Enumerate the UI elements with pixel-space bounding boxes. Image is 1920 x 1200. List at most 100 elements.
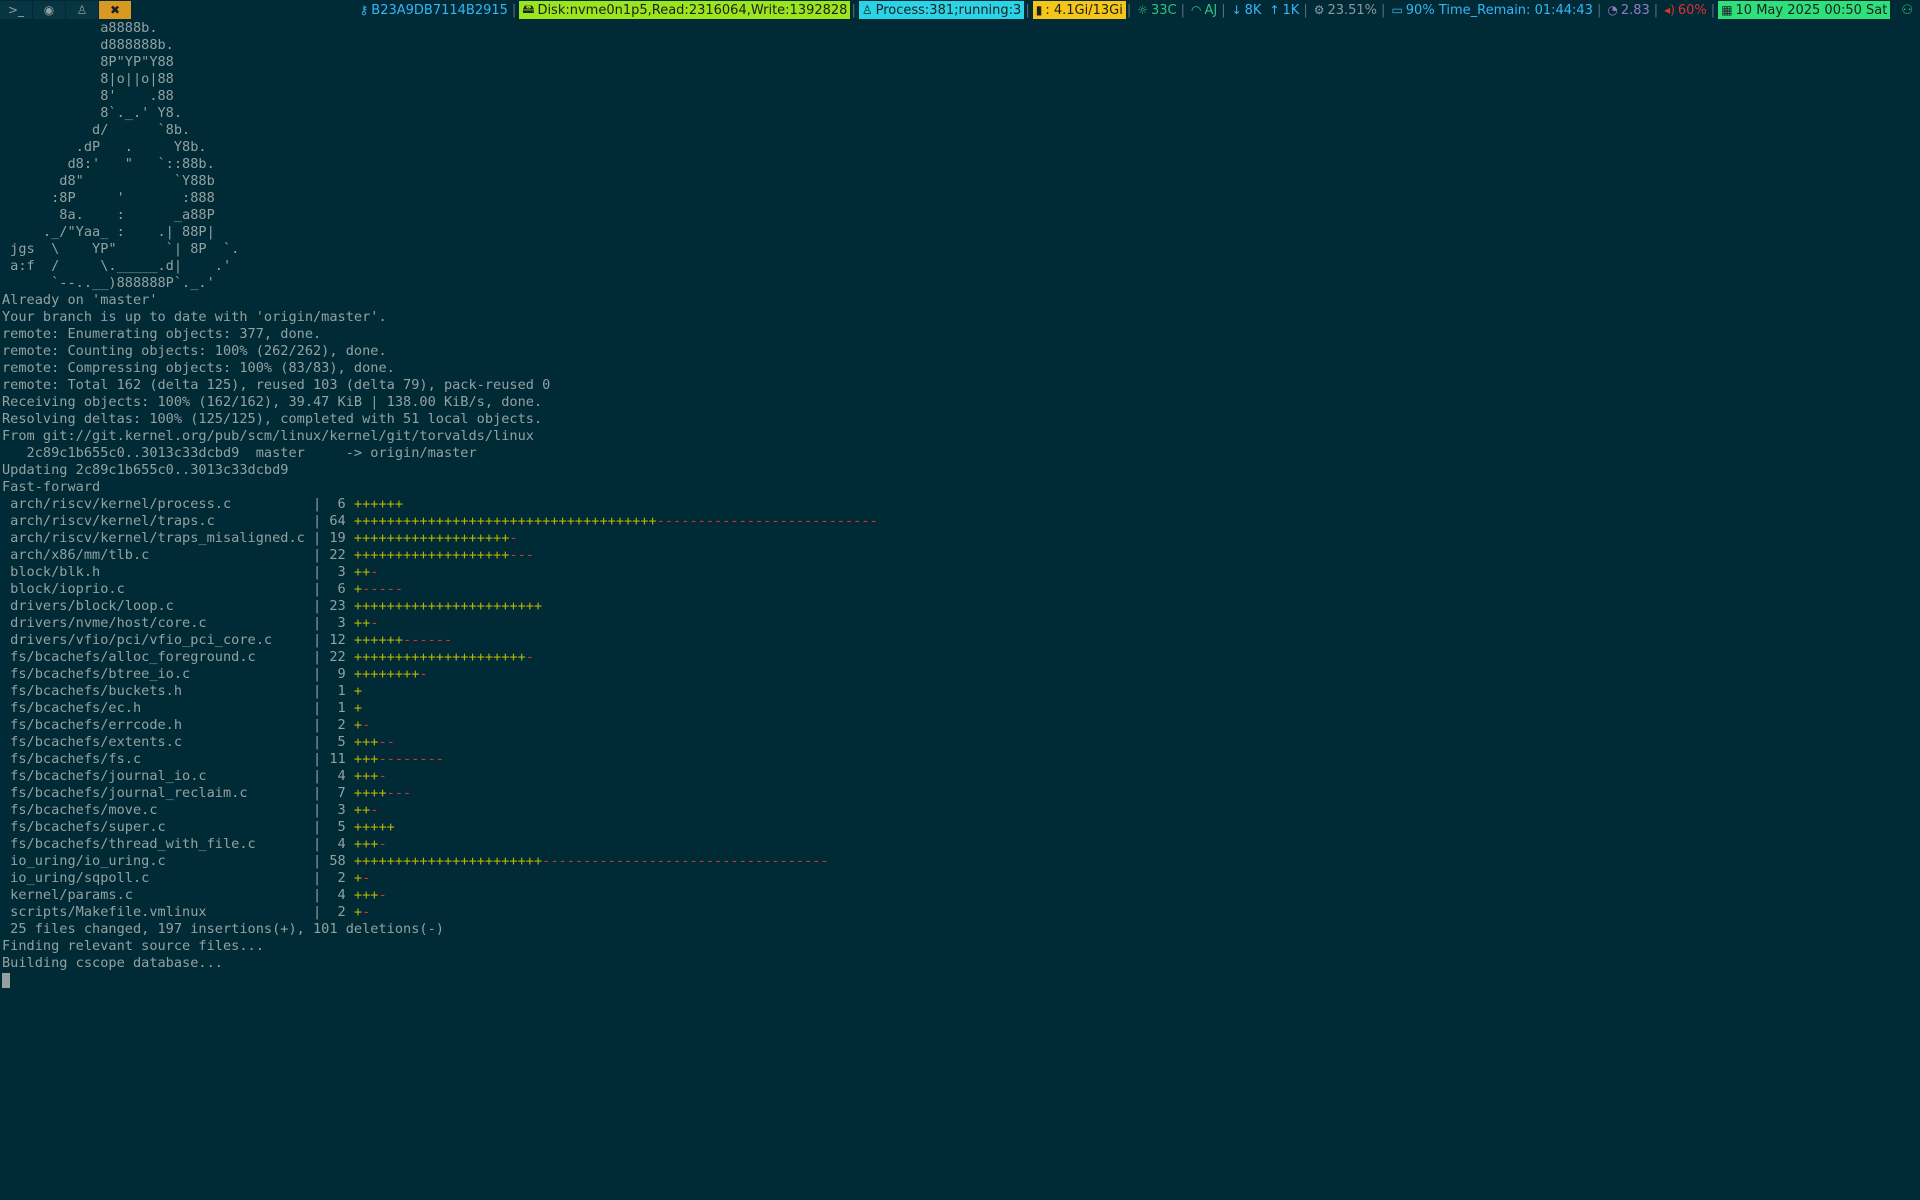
terminal-line-text: Your branch is up to date with 'origin/m…	[2, 309, 387, 325]
diffstat-insertions: +	[353, 683, 363, 699]
terminal-line: d8" `Y88b	[2, 173, 1918, 190]
terminal-line: d888888b.	[2, 37, 1918, 54]
terminal-line: a:f / \._____.d| .'	[2, 258, 1918, 275]
terminal-line-text: drivers/nvme/host/core.c | 3	[2, 615, 354, 631]
terminal-line: arch/riscv/kernel/traps.c | 64 +++++++++…	[2, 513, 1918, 530]
temperature-block: ☼ 33C	[1134, 1, 1179, 19]
key-icon: ⚷	[359, 3, 369, 17]
diffstat-insertions: +	[353, 904, 363, 920]
terminal-line-text: remote: Compressing objects: 100% (83/83…	[2, 360, 395, 376]
terminal-line-text: fs/bcachefs/ec.h | 1	[2, 700, 354, 716]
terminal-line: remote: Compressing objects: 100% (83/83…	[2, 360, 1918, 377]
terminal-line-text: a8888b.	[2, 20, 158, 36]
diffstat-insertions: ++	[353, 615, 371, 631]
diffstat-insertions: ++++++	[353, 632, 404, 648]
terminal-line-text: jgs \ YP" `| 8P `.	[2, 241, 240, 257]
disk-text: Disk:nvme0n1p5,Read:2316064,Write:139282…	[537, 2, 848, 18]
terminal-line-text: ._/"Yaa_ : .| 88P|	[2, 224, 215, 240]
terminal-line-text: arch/x86/mm/tlb.c | 22	[2, 547, 354, 563]
diffstat-deletions: -	[362, 904, 371, 920]
terminal-line: fs/bcachefs/journal_reclaim.c | 7 ++++--…	[2, 785, 1918, 802]
workspace-button-2[interactable]: ◉	[33, 1, 65, 19]
diffstat-insertions: ++++	[353, 785, 387, 801]
terminal-output: a8888b. d888888b. 8P"YP"Y88 8|o||o|88 8'…	[2, 20, 1918, 989]
diffstat-deletions: ---------------------------	[656, 513, 878, 529]
browser-workspace-icon: ◉	[43, 3, 55, 17]
terminal-cursor	[2, 972, 10, 988]
terminal-line: Already on 'master'	[2, 292, 1918, 309]
workspace-switcher: >_ ◉ ♙ ✖	[0, 1, 132, 19]
diffstat-insertions: +	[353, 700, 363, 716]
diffstat-deletions: --	[378, 734, 395, 750]
terminal-line: drivers/nvme/host/core.c | 3 ++-	[2, 615, 1918, 632]
terminal-line-text: fs/bcachefs/fs.c | 11	[2, 751, 354, 767]
terminal-line: 25 files changed, 197 insertions(+), 101…	[2, 921, 1918, 938]
workspace-button-3[interactable]: ♙	[66, 1, 98, 19]
terminal-line: fs/bcachefs/super.c | 5 +++++	[2, 819, 1918, 836]
status-blocks: ⚷ B23A9DB7114B2915 | 🖴 Disk:nvme0n1p5,Re…	[354, 0, 1920, 20]
terminal-line-text: arch/riscv/kernel/traps_misaligned.c | 1…	[2, 530, 354, 546]
diffstat-deletions: --------	[378, 751, 444, 767]
workspace-button-4[interactable]: ✖	[99, 1, 131, 19]
terminal-line: 8a. : _a88P	[2, 207, 1918, 224]
terminal-line: Your branch is up to date with 'origin/m…	[2, 309, 1918, 326]
terminal-line: ._/"Yaa_ : .| 88P|	[2, 224, 1918, 241]
terminal-line: fs/bcachefs/errcode.h | 2 +-	[2, 717, 1918, 734]
terminal-line-text: Updating 2c89c1b655c0..3013c33dcbd9	[2, 462, 289, 478]
battery-block: ▭ 90% Time_Remain: 01:44:43	[1388, 1, 1596, 19]
gauge-icon: ◔	[1607, 3, 1618, 17]
terminal-line-text: remote: Counting objects: 100% (262/262)…	[2, 343, 387, 359]
terminal-line: .dP . Y8b.	[2, 139, 1918, 156]
diffstat-deletions: -	[378, 836, 387, 852]
terminal-line: `--..__)888888P`._.'	[2, 275, 1918, 292]
terminal-line: arch/riscv/kernel/traps_misaligned.c | 1…	[2, 530, 1918, 547]
terminal-line: remote: Counting objects: 100% (262/262)…	[2, 343, 1918, 360]
diffstat-deletions: -	[370, 564, 379, 580]
terminal-line: fs/bcachefs/btree_io.c | 9 ++++++++-	[2, 666, 1918, 683]
penguin-icon: ♙	[861, 3, 873, 17]
tools-workspace-icon: ✖	[109, 3, 121, 17]
terminal-line: arch/riscv/kernel/process.c | 6 ++++++	[2, 496, 1918, 513]
terminal-line-text: fs/bcachefs/extents.c | 5	[2, 734, 354, 750]
terminal-line: remote: Total 162 (delta 125), reused 10…	[2, 377, 1918, 394]
terminal-line-text: fs/bcachefs/thread_with_file.c | 4	[2, 836, 354, 852]
gpg-key-text: B23A9DB7114B2915	[371, 2, 508, 18]
terminal-line-text: a:f / \._____.d| .'	[2, 258, 232, 274]
volume-block[interactable]: ◂) 60%	[1661, 1, 1710, 19]
diffstat-insertions: +++	[353, 887, 379, 903]
process-block: ♙ Process:381;running:3	[858, 1, 1025, 19]
prompt-line[interactable]	[2, 972, 1918, 989]
terminal-line: 8|o||o|88	[2, 71, 1918, 88]
terminal-line: fs/bcachefs/fs.c | 11 +++--------	[2, 751, 1918, 768]
tray-icon[interactable]: ⚇	[1898, 1, 1916, 19]
diffstat-deletions: -	[370, 802, 379, 818]
memory-text: : 4.1Gi/13Gi	[1045, 2, 1123, 18]
diffstat-insertions: ++++++++	[353, 666, 420, 682]
terminal-line: 8`._.' Y8.	[2, 105, 1918, 122]
volume-text: 60%	[1677, 2, 1707, 18]
diffstat-deletions: -	[378, 887, 387, 903]
memory-block: ▮ : 4.1Gi/13Gi	[1032, 1, 1126, 19]
terminal-line: jgs \ YP" `| 8P `.	[2, 241, 1918, 258]
terminal-line-text: scripts/Makefile.vmlinux | 2	[2, 904, 354, 920]
terminal-line: fs/bcachefs/move.c | 3 ++-	[2, 802, 1918, 819]
linux-workspace-icon: ♙	[76, 3, 88, 17]
diffstat-deletions: -	[525, 649, 534, 665]
terminal-line: 2c89c1b655c0..3013c33dcbd9 master -> ori…	[2, 445, 1918, 462]
wifi-block: ◠ AJ	[1188, 1, 1220, 19]
terminal-line-text: fs/bcachefs/move.c | 3	[2, 802, 354, 818]
terminal-line-text: Building cscope database...	[2, 955, 223, 971]
workspace-button-1[interactable]: >_	[0, 1, 32, 19]
battery-text: 90% Time_Remain: 01:44:43	[1405, 2, 1593, 18]
thermometer-icon: ☼	[1137, 3, 1148, 17]
terminal-line: kernel/params.c | 4 +++-	[2, 887, 1918, 904]
terminal-line-text: 8' .88	[2, 88, 174, 104]
diffstat-deletions: -	[362, 717, 371, 733]
terminal-line-text: block/blk.h | 3	[2, 564, 354, 580]
terminal-line: fs/bcachefs/journal_io.c | 4 +++-	[2, 768, 1918, 785]
terminal-line: io_uring/sqpoll.c | 2 +-	[2, 870, 1918, 887]
diffstat-insertions: +++	[353, 836, 379, 852]
load-block: ◔ 2.83	[1604, 1, 1652, 19]
terminal-line-text: 8a. : _a88P	[2, 207, 215, 223]
speaker-icon: ◂)	[1664, 3, 1675, 17]
